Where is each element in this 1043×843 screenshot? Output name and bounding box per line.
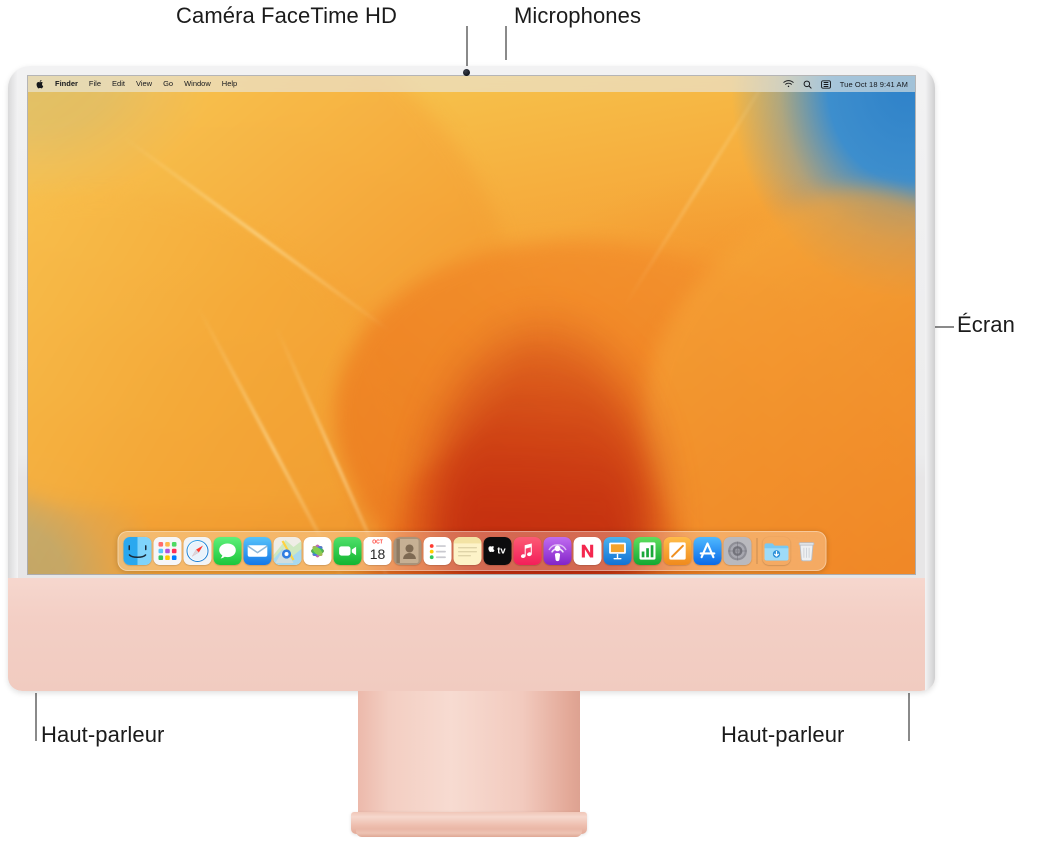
display-screen: Finder File Edit View Go Window Help Tue… [28,76,915,574]
facetime-camera-icon [463,69,470,76]
dock-item-notes[interactable] [453,537,481,565]
dock-item-numbers[interactable] [633,537,661,565]
dock-item-pages[interactable] [663,537,691,565]
callout-label-camera: Caméra FaceTime HD [176,3,398,28]
leader-line-microphones [505,26,507,60]
callout-label-display: Écran [957,312,1015,337]
desktop-wallpaper [28,76,915,574]
menu-item-go[interactable]: Go [163,80,173,88]
dock-item-podcasts[interactable] [543,537,571,565]
imac-stand-base-lip [356,829,582,837]
dock-item-messages[interactable] [213,537,241,565]
dock-item-reminders[interactable] [423,537,451,565]
dock-separator [756,538,757,564]
dock-item-finder[interactable] [123,537,151,565]
menu-item-window[interactable]: Window [184,80,211,88]
leader-line-camera [466,26,468,67]
wifi-icon[interactable] [783,80,794,88]
svg-text:tv: tv [497,546,506,557]
dock-item-facetime[interactable] [333,537,361,565]
leader-line-speaker-right [908,693,910,741]
calendar-month-label: OCT [372,539,383,545]
dock-item-downloads[interactable] [762,537,790,565]
dock-item-music[interactable] [513,537,541,565]
dock-item-photos[interactable] [303,537,331,565]
menu-bar-status: Tue Oct 18 9:41 AM [783,80,908,89]
menu-item-file[interactable]: File [89,80,101,88]
dock-item-keynote[interactable] [603,537,631,565]
dock-item-appletv[interactable]: tv [483,537,511,565]
menu-item-help[interactable]: Help [222,80,237,88]
imac-device: Finder File Edit View Go Window Help Tue… [8,66,935,691]
leader-line-speaker-left [35,693,37,741]
dock-item-system-settings[interactable] [723,537,751,565]
dock-item-safari[interactable] [183,537,211,565]
menu-item-view[interactable]: View [136,80,152,88]
dock-item-launchpad[interactable] [153,537,181,565]
calendar-day-label: 18 [369,546,385,562]
apple-logo-icon[interactable] [35,79,44,89]
dock-item-calendar[interactable]: OCT 18 [363,537,391,565]
menu-bar-left: Finder File Edit View Go Window Help [35,79,237,89]
callout-label-speaker-right: Haut-parleur [721,722,845,747]
menu-bar: Finder File Edit View Go Window Help Tue… [28,76,915,92]
control-center-icon[interactable] [820,79,831,89]
imac-bezel: Finder File Edit View Go Window Help Tue… [8,66,935,691]
callout-label-speaker-left: Haut-parleur [41,722,165,747]
dock: OCT 18 tv [117,531,826,571]
dock-item-mail[interactable] [243,537,271,565]
imac-chin [8,578,935,691]
search-icon[interactable] [803,80,812,89]
menu-item-edit[interactable]: Edit [112,80,125,88]
dock-item-contacts[interactable] [393,537,421,565]
menu-item-finder[interactable]: Finder [55,80,78,88]
dock-item-news[interactable] [573,537,601,565]
menu-bar-clock[interactable]: Tue Oct 18 9:41 AM [840,80,908,89]
callout-label-microphones: Microphones [514,3,642,28]
imac-stand-neck [358,691,580,813]
dock-item-appstore[interactable] [693,537,721,565]
dock-item-trash[interactable] [792,537,820,565]
dock-item-maps[interactable] [273,537,301,565]
